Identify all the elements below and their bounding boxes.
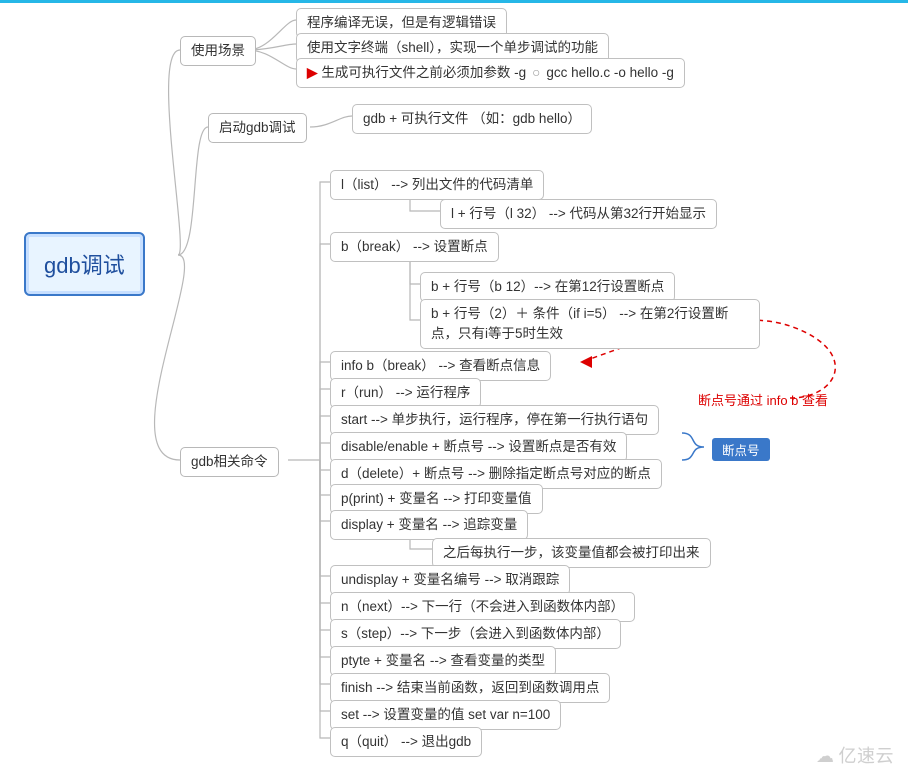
leaf-list-sub-text: l + 行号（l 32） --> 代码从第32行开始显示 <box>451 206 706 221</box>
leaf-list[interactable]: l（list） --> 列出文件的代码清单 <box>330 170 544 200</box>
leaf-display-text: display + 变量名 --> 追踪变量 <box>341 517 517 532</box>
leaf-quit-text: q（quit） --> 退出gdb <box>341 734 471 749</box>
annotation-red: 断点号通过 info b 查看 <box>698 390 828 409</box>
leaf-finish-text: finish --> 结束当前函数，返回到函数调用点 <box>341 680 599 695</box>
leaf-break[interactable]: b（break） --> 设置断点 <box>330 232 499 262</box>
annotation-red-text: 断点号通过 info b 查看 <box>698 393 828 408</box>
leaf-print-text: p(print) + 变量名 --> 打印变量值 <box>341 491 532 506</box>
leaf-start-cmd[interactable]: start --> 单步执行，运行程序，停在第一行执行语句 <box>330 405 659 435</box>
branch-start[interactable]: 启动gdb调试 <box>208 113 307 143</box>
watermark: ☁亿速云 <box>816 742 894 768</box>
watermark-text: 亿速云 <box>839 746 895 766</box>
branch-usage[interactable]: 使用场景 <box>180 36 256 66</box>
leaf-break-sub1[interactable]: b + 行号（b 12）--> 在第12行设置断点 <box>420 272 675 302</box>
leaf-display[interactable]: display + 变量名 --> 追踪变量 <box>330 510 528 540</box>
leaf-usage-2-text: 使用文字终端（shell），实现一个单步调试的功能 <box>307 40 598 55</box>
leaf-start-cmd-text: start --> 单步执行，运行程序，停在第一行执行语句 <box>341 412 648 427</box>
leaf-break-text: b（break） --> 设置断点 <box>341 239 488 254</box>
leaf-display-sub-text: 之后每执行一步，该变量值都会被打印出来 <box>443 545 700 560</box>
leaf-undisplay[interactable]: undisplay + 变量名编号 --> 取消跟踪 <box>330 565 570 595</box>
leaf-break-sub2[interactable]: b + 行号（2）＋ 条件（if i=5） --> 在第2行设置断点，只有i等于… <box>420 299 760 349</box>
leaf-step-text: s（step）--> 下一步（会进入到函数体内部） <box>341 626 610 641</box>
cloud-icon: ☁ <box>816 746 835 766</box>
leaf-list-sub[interactable]: l + 行号（l 32） --> 代码从第32行开始显示 <box>440 199 717 229</box>
leaf-disable-text: disable/enable + 断点号 --> 设置断点是否有效 <box>341 439 616 454</box>
leaf-usage-3[interactable]: ▶ 生成可执行文件之前必须加参数 -g ○ gcc hello.c -o hello … <box>296 58 685 88</box>
leaf-set[interactable]: set --> 设置变量的值 set var n=100 <box>330 700 561 730</box>
branch-commands[interactable]: gdb相关命令 <box>180 447 279 477</box>
top-accent-bar <box>0 0 908 3</box>
annotation-tag-text: 断点号 <box>722 444 760 458</box>
leaf-infob[interactable]: info b（break） --> 查看断点信息 <box>330 351 551 381</box>
branch-start-label: 启动gdb调试 <box>219 120 296 135</box>
leaf-quit[interactable]: q（quit） --> 退出gdb <box>330 727 482 757</box>
leaf-usage-3-text2: gcc hello.c -o hello -g <box>546 65 674 80</box>
leaf-delete-text: d（delete）+ 断点号 --> 删除指定断点号对应的断点 <box>341 466 651 481</box>
leaf-ptype-text: ptyte + 变量名 --> 查看变量的类型 <box>341 653 545 668</box>
root-node[interactable]: gdb调试 <box>24 232 145 296</box>
leaf-break-sub1-text: b + 行号（b 12）--> 在第12行设置断点 <box>431 279 664 294</box>
leaf-usage-1-text: 程序编译无误，但是有逻辑错误 <box>307 15 496 30</box>
leaf-set-text: set --> 设置变量的值 set var n=100 <box>341 707 550 722</box>
leaf-disable[interactable]: disable/enable + 断点号 --> 设置断点是否有效 <box>330 432 627 462</box>
leaf-list-text: l（list） --> 列出文件的代码清单 <box>341 177 533 192</box>
leaf-step[interactable]: s（step）--> 下一步（会进入到函数体内部） <box>330 619 621 649</box>
leaf-ptype[interactable]: ptyte + 变量名 --> 查看变量的类型 <box>330 646 556 676</box>
annotation-tag: 断点号 <box>712 438 770 461</box>
leaf-run[interactable]: r（run） --> 运行程序 <box>330 378 481 408</box>
red-flag-icon: ▶ <box>307 65 317 80</box>
leaf-next-text: n（next）--> 下一行（不会进入到函数体内部） <box>341 599 624 614</box>
leaf-start-1[interactable]: gdb + 可执行文件 （如：gdb hello） <box>352 104 592 134</box>
branch-commands-label: gdb相关命令 <box>191 454 268 469</box>
dot-icon: ○ <box>532 65 540 80</box>
leaf-infob-text: info b（break） --> 查看断点信息 <box>341 358 540 373</box>
leaf-undisplay-text: undisplay + 变量名编号 --> 取消跟踪 <box>341 572 559 587</box>
leaf-usage-3-text1: 生成可执行文件之前必须加参数 -g <box>321 65 526 80</box>
leaf-break-sub2-text: b + 行号（2）＋ 条件（if i=5） --> 在第2行设置断点，只有i等于… <box>431 306 728 341</box>
leaf-display-sub[interactable]: 之后每执行一步，该变量值都会被打印出来 <box>432 538 711 568</box>
root-label: gdb调试 <box>44 253 125 278</box>
leaf-finish[interactable]: finish --> 结束当前函数，返回到函数调用点 <box>330 673 610 703</box>
branch-usage-label: 使用场景 <box>191 43 245 58</box>
leaf-next[interactable]: n（next）--> 下一行（不会进入到函数体内部） <box>330 592 635 622</box>
leaf-start-1-text: gdb + 可执行文件 （如：gdb hello） <box>363 111 581 126</box>
leaf-run-text: r（run） --> 运行程序 <box>341 385 470 400</box>
